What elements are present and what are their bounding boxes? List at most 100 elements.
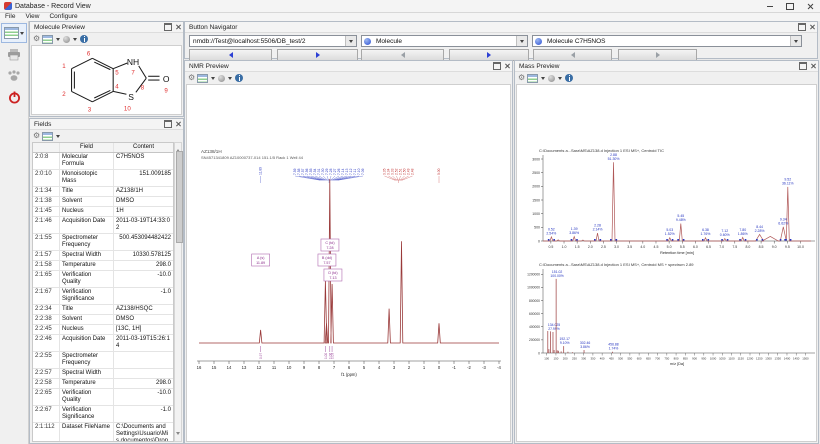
item-type-combo[interactable]: Molecule xyxy=(361,35,528,47)
table-row[interactable]: 2:0:10Monoisotopic Mass151.009185 xyxy=(33,170,173,187)
table-row[interactable]: 2:2:38SolventDMSO xyxy=(33,315,173,325)
cell-content: 500.453094482422 xyxy=(113,234,173,250)
dot-icon[interactable] xyxy=(218,75,225,82)
table-row[interactable]: 2:2:34TitleAZ138/HSQC xyxy=(33,305,173,315)
table-row[interactable]: 2:1:45Nucleus1H xyxy=(33,207,173,217)
scrollbar-thumb[interactable] xyxy=(176,151,183,243)
float-panel-icon[interactable] xyxy=(164,120,172,128)
table-row[interactable]: 2:1:55Spectrometer Frequency500.45309448… xyxy=(33,234,173,251)
structure-search-button[interactable] xyxy=(2,67,26,85)
axis-tick: 1200000 xyxy=(527,273,540,277)
next-item-type-button[interactable] xyxy=(449,49,529,61)
close-panel-icon[interactable] xyxy=(175,121,181,127)
peak-marker xyxy=(727,239,729,241)
cell-content: DMSO xyxy=(113,315,173,324)
axis-tick: 9.5 xyxy=(785,245,790,249)
table-icon[interactable] xyxy=(42,132,53,141)
tic-peak-pct: 1.76% xyxy=(701,232,711,236)
menu-view[interactable]: View xyxy=(25,13,39,21)
application-window: Database - Record View File View Configu… xyxy=(0,0,820,444)
prev-item-type-button[interactable] xyxy=(361,49,444,61)
multiplet-name: C (td) xyxy=(325,241,334,245)
cell-id: 2:1:55 xyxy=(33,234,59,250)
chevron-down-icon[interactable] xyxy=(73,38,77,41)
minimize-button[interactable] xyxy=(760,0,780,12)
chevron-down-icon[interactable] xyxy=(56,135,60,138)
scroll-down-icon[interactable] xyxy=(176,432,180,439)
table-row[interactable]: 2:1:112Dataset FileNameC:\Documents and … xyxy=(33,423,173,442)
gear-icon[interactable]: ⚙ xyxy=(33,35,40,43)
maximize-button[interactable] xyxy=(780,0,800,12)
cell-field: Temperature xyxy=(59,379,113,388)
combo-dropdown-button[interactable] xyxy=(790,36,801,46)
table-row[interactable]: 2:0:8Molecular FormulaC7H5NOS xyxy=(33,153,173,170)
close-panel-icon[interactable] xyxy=(504,63,510,69)
axis-tick: 300 xyxy=(581,357,586,361)
molecule-canvas[interactable]: NHSO12345678910 xyxy=(31,45,182,115)
database-path-combo[interactable]: nmdb://Test@localhost:5506/DB_test/2 xyxy=(189,35,357,47)
record-table-button[interactable] xyxy=(1,23,27,43)
next-record-button[interactable] xyxy=(277,49,358,61)
close-panel-icon[interactable] xyxy=(175,24,181,30)
fields-scrollbar[interactable] xyxy=(174,142,182,442)
nmr-canvas[interactable]: AZ138/1HSN4571341809 AZ10000737-014 151.… xyxy=(186,84,511,442)
table-row[interactable]: 2:1:38SolventDMSO xyxy=(33,197,173,207)
gear-icon[interactable]: ⚙ xyxy=(33,132,40,140)
power-button[interactable] xyxy=(2,88,26,106)
table-icon[interactable] xyxy=(42,35,53,44)
float-panel-icon[interactable] xyxy=(798,23,806,31)
gear-icon[interactable]: ⚙ xyxy=(188,74,195,82)
chevron-down-icon[interactable] xyxy=(558,77,562,80)
axis-tick: 1000 xyxy=(532,212,540,216)
info-icon[interactable] xyxy=(565,74,573,82)
mass-canvas[interactable]: C:\Documents a...Sara\MS\AZ138.d Injecti… xyxy=(516,84,817,442)
gear-icon[interactable]: ⚙ xyxy=(518,74,525,82)
next-molecule-button[interactable] xyxy=(618,49,697,61)
chevron-down-icon[interactable] xyxy=(56,38,60,41)
ms-peak-pct: 3.86% xyxy=(580,345,590,349)
info-icon[interactable] xyxy=(235,74,243,82)
table-row[interactable]: 2:1:46Acquisition Date2011-03-19T14:33:0… xyxy=(33,217,173,234)
table-row[interactable]: 2:2:65Verification Quality-10.0 xyxy=(33,389,173,406)
molecule-item-combo[interactable]: Molecule C7H5NOS xyxy=(532,35,802,47)
close-panel-icon[interactable] xyxy=(809,24,815,30)
table-row[interactable]: 2:2:45Nucleus[13C, 1H] xyxy=(33,325,173,335)
info-icon[interactable] xyxy=(80,35,88,43)
close-button[interactable] xyxy=(800,0,820,12)
float-panel-icon[interactable] xyxy=(799,62,807,70)
table-row[interactable]: 2:1:65Verification Quality-10.0 xyxy=(33,271,173,288)
float-panel-icon[interactable] xyxy=(493,62,501,70)
cell-content: 2011-03-19T14:33:02 xyxy=(113,217,173,233)
ms-peak-pct: 9.10% xyxy=(560,341,570,345)
arrow-left-icon xyxy=(229,52,233,58)
atom-number: 1 xyxy=(62,63,66,70)
table-row[interactable]: 2:1:58Temperature298.0 xyxy=(33,261,173,271)
table-row[interactable]: 2:1:67Verification Significance-1.0 xyxy=(33,288,173,305)
chevron-down-icon[interactable] xyxy=(211,77,215,80)
table-row[interactable]: 2:2:57Spectral Width xyxy=(33,369,173,379)
table-row[interactable]: 2:2:58Temperature298.0 xyxy=(33,379,173,389)
axis-tick: 400000 xyxy=(529,325,540,329)
table-icon[interactable] xyxy=(527,74,538,83)
table-row[interactable]: 2:2:67Verification Significance-1.0 xyxy=(33,406,173,423)
prev-record-button[interactable] xyxy=(189,49,272,61)
menu-file[interactable]: File xyxy=(5,13,15,21)
table-icon[interactable] xyxy=(197,74,208,83)
table-row[interactable]: 2:2:46Acquisition Date2011-03-19T15:26:1… xyxy=(33,335,173,352)
chevron-down-icon[interactable] xyxy=(228,77,232,80)
table-row[interactable]: 2:2:55Spectrometer Frequency xyxy=(33,352,173,369)
atom-number: 2 xyxy=(62,91,66,98)
table-row[interactable]: 2:1:34TitleAZ138/1H xyxy=(33,187,173,197)
close-panel-icon[interactable] xyxy=(810,63,816,69)
combo-dropdown-button[interactable] xyxy=(516,36,527,46)
dot-icon[interactable] xyxy=(548,75,555,82)
print-button[interactable] xyxy=(2,46,26,64)
menu-configure[interactable]: Configure xyxy=(49,13,77,21)
float-panel-icon[interactable] xyxy=(164,23,172,31)
prev-molecule-button[interactable] xyxy=(533,49,612,61)
table-row[interactable]: 2:1:57Spectral Width10330.578125 xyxy=(33,251,173,261)
combo-dropdown-button[interactable] xyxy=(345,36,356,46)
chevron-down-icon[interactable] xyxy=(541,77,545,80)
dot-icon[interactable] xyxy=(63,36,70,43)
header-content: Content xyxy=(113,143,173,152)
